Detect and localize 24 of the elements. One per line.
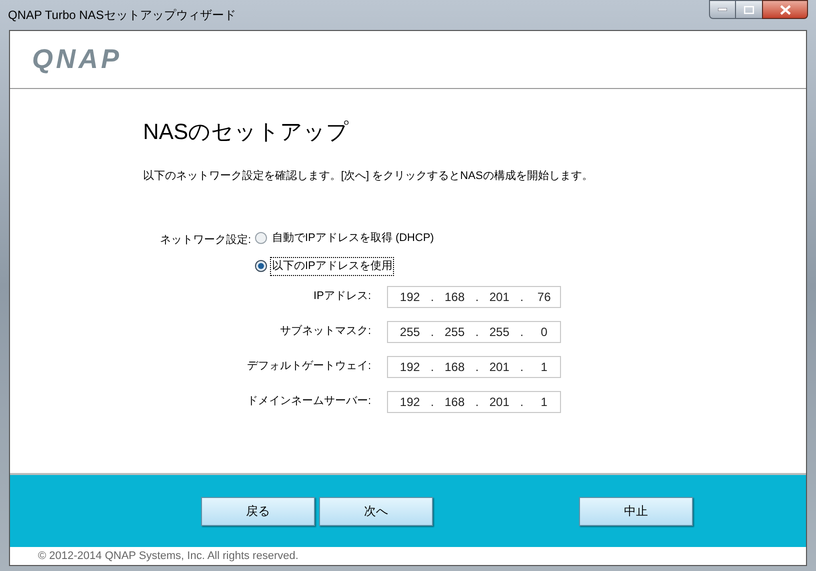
ip-address-field[interactable]: 192 . 168 . 201 . 1 (387, 356, 561, 378)
field-label: サブネットマスク: (278, 324, 372, 340)
ip-address-field[interactable]: 255 . 255 . 255 . 0 (387, 320, 561, 342)
minimize-button[interactable] (709, 0, 736, 19)
window-title: QNAP Turbo NASセットアップウィザード (8, 7, 236, 24)
field-label: IPアドレス: (312, 289, 372, 304)
wizard-button[interactable]: 戻る (201, 496, 315, 526)
close-button[interactable] (762, 0, 808, 19)
description: 以下のネットワーク設定を確認します。[次へ] をクリックするとNASの構成を開始します。 (143, 168, 594, 184)
page-heading: NASのセットアップ (143, 121, 350, 143)
ip-address-field[interactable]: 192 . 168 . 201 . 1 (387, 390, 561, 412)
maximize-icon (744, 6, 754, 14)
field-label: ドメインネームサーバー: (246, 394, 372, 410)
logo: QNAP (32, 46, 122, 73)
network-label: ネットワーク設定: (160, 232, 252, 248)
copyright: © 2012-2014 QNAP Systems, Inc. All rights reserved. (38, 548, 298, 564)
maximize-button[interactable] (736, 0, 762, 19)
close-icon (780, 4, 790, 14)
field-label: デフォルトゲートウェイ: (246, 359, 372, 374)
wizard-button[interactable]: 中止 (579, 496, 693, 526)
minimize-icon (718, 8, 727, 11)
wizard-button[interactable]: 次へ (319, 496, 433, 526)
ip-address-field[interactable]: 192 . 168 . 201 . 76 (387, 286, 561, 308)
radio-option[interactable]: 自動でIPアドレスを取得 (DHCP) (255, 230, 436, 246)
